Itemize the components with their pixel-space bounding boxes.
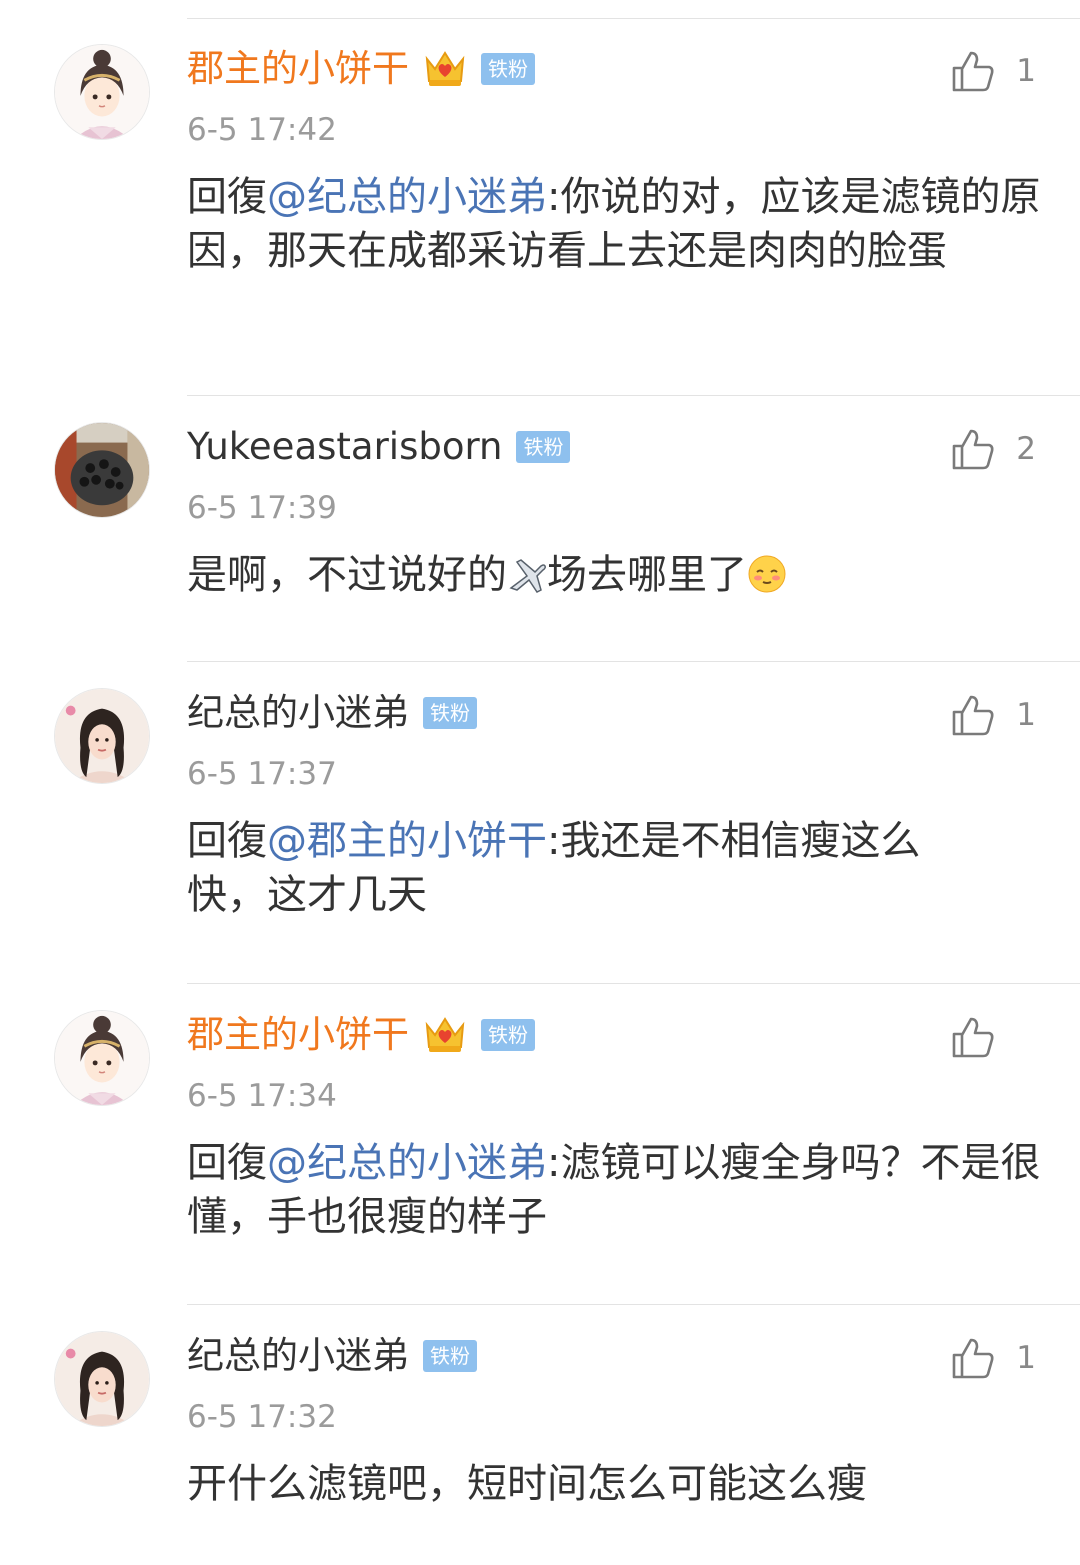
avatar[interactable] [54, 1331, 150, 1427]
fan-badge: 铁粉 [423, 697, 477, 729]
avatar[interactable] [54, 44, 150, 140]
comment-text: 回復@纪总的小迷弟:滤镜可以瘦全身吗？不是很懂，手也很瘦的样子 [187, 1136, 1047, 1244]
timestamp: 6-5 17:32 [187, 1399, 337, 1435]
like-count: 1 [1016, 53, 1036, 89]
fan-badge: 铁粉 [516, 431, 571, 463]
username[interactable]: 纪总的小迷弟 [187, 1329, 409, 1383]
mention-link[interactable]: @郡主的小饼干 [267, 818, 547, 864]
comment-body: 是啊，不过说好的 [187, 552, 507, 598]
comment-text: 回復@郡主的小饼干:我还是不相信瘦这么快，这才几天 [187, 814, 967, 922]
thumbs-up-icon [950, 1014, 996, 1060]
fan-badge: 铁粉 [423, 1340, 477, 1372]
comment-text: 是啊，不过说好的 场去哪里了 [187, 548, 1047, 602]
name-row: 纪总的小迷弟 铁粉 [187, 686, 477, 740]
thumbs-up-icon [950, 692, 996, 738]
crown-heart-icon [423, 47, 467, 91]
timestamp: 6-5 17:42 [187, 112, 337, 148]
username[interactable]: 郡主的小饼干 [187, 42, 409, 96]
fan-badge: 铁粉 [481, 1019, 535, 1051]
timestamp: 6-5 17:34 [187, 1078, 337, 1114]
like-count: 1 [1016, 1340, 1036, 1376]
thumbs-up-icon [950, 48, 996, 94]
mention-link[interactable]: @纪总的小迷弟 [267, 174, 547, 220]
timestamp: 6-5 17:37 [187, 756, 337, 792]
comment-item: Yukeeastarisborn 铁粉 6-5 17:39 是啊，不过说好的 场去… [0, 396, 1080, 662]
comment-text: 开什么滤镜吧，短时间怎么可能这么瘦 [187, 1457, 1047, 1511]
name-row: Yukeeastarisborn 铁粉 [187, 420, 571, 474]
crown-heart-icon [423, 1013, 467, 1057]
like-button[interactable] [950, 1012, 1036, 1062]
comment-item: 纪总的小迷弟 铁粉 6-5 17:32 开什么滤镜吧，短时间怎么可能这么瘦 1 [0, 1305, 1080, 1565]
comment-item: 郡主的小饼干 铁粉 6-5 17:34 回復@纪总的小迷弟:滤镜可以瘦全身吗？不… [0, 984, 1080, 1305]
avatar[interactable] [54, 688, 150, 784]
comment-body: 开什么滤镜吧，短时间怎么可能这么瘦 [187, 1461, 867, 1507]
thumbs-up-icon [950, 426, 996, 472]
mention-link[interactable]: @纪总的小迷弟 [267, 1140, 547, 1186]
comment-item: 郡主的小饼干 铁粉 6-5 17:42 回復@纪总的小迷弟:你说的对，应该是滤镜… [0, 18, 1080, 396]
thumbs-up-icon [950, 1335, 996, 1381]
like-button[interactable]: 2 [950, 424, 1036, 474]
reply-prefix: 回復 [187, 174, 267, 220]
like-count: 1 [1016, 697, 1036, 733]
username[interactable]: 郡主的小饼干 [187, 1008, 409, 1062]
fan-badge: 铁粉 [481, 53, 535, 85]
reply-prefix: 回復 [187, 1140, 267, 1186]
username[interactable]: Yukeeastarisborn [187, 420, 502, 474]
comment-body: 场去哪里了 [547, 552, 747, 598]
name-row: 郡主的小饼干 铁粉 [187, 1008, 535, 1062]
username[interactable]: 纪总的小迷弟 [187, 686, 409, 740]
like-button[interactable]: 1 [950, 1333, 1036, 1383]
comment-item: 纪总的小迷弟 铁粉 6-5 17:37 回復@郡主的小饼干:我还是不相信瘦这么快… [0, 662, 1080, 984]
timestamp: 6-5 17:39 [187, 490, 337, 526]
airplane-icon [507, 554, 547, 594]
like-button[interactable]: 1 [950, 46, 1036, 96]
name-row: 纪总的小迷弟 铁粉 [187, 1329, 477, 1383]
avatar[interactable] [54, 1010, 150, 1106]
avatar[interactable] [54, 422, 150, 518]
like-count: 2 [1016, 431, 1036, 467]
like-button[interactable]: 1 [950, 690, 1036, 740]
reply-prefix: 回復 [187, 818, 267, 864]
shy-face-emoji-icon [747, 554, 787, 594]
comment-text: 回復@纪总的小迷弟:你说的对，应该是滤镜的原因，那天在成都采访看上去还是肉肉的脸… [187, 170, 1047, 278]
name-row: 郡主的小饼干 铁粉 [187, 42, 535, 96]
